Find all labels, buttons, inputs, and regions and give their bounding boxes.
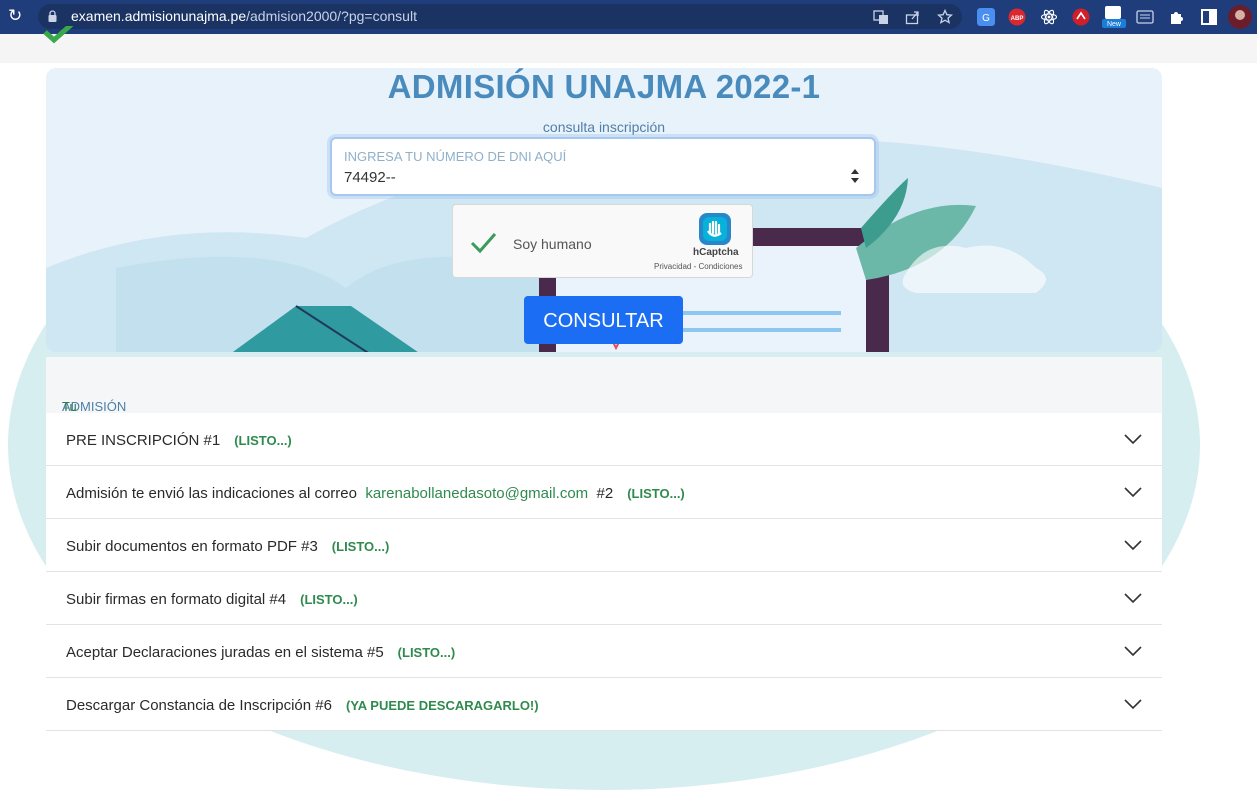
step-status: (LISTO...)	[397, 645, 456, 660]
side-panel-icon[interactable]	[1200, 8, 1218, 26]
url-text: examen.admisionunajma.pe/admision2000/?p…	[71, 8, 417, 24]
page-subtitle: consulta inscripción	[542, 119, 666, 135]
chevron-down-icon[interactable]	[1124, 486, 1142, 498]
reload-icon[interactable]: ↻	[8, 7, 24, 24]
google-translate-extension-icon[interactable]: G	[977, 8, 995, 26]
step-number: #2	[596, 485, 614, 502]
step-title-text: Descargar Constancia de Inscripción #6	[66, 697, 332, 714]
accordion-item-step-4[interactable]: Subir firmas en formato digital #4 (LISTO…	[46, 572, 1162, 625]
captcha-brand: hCaptcha	[693, 247, 739, 258]
url-host: examen.admisionunajma.pe	[71, 8, 247, 24]
step-title-text: Aceptar Declaraciones juradas en el sist…	[66, 644, 384, 661]
step-title-text: Subir firmas en formato digital #4	[66, 591, 287, 608]
accordion-item-step-5[interactable]: Aceptar Declaraciones juradas en el sist…	[46, 625, 1162, 678]
svg-text:New: New	[1107, 21, 1122, 28]
page-title: ADMISIÓN UNAJMA 2022-1	[387, 68, 821, 105]
svg-text:G: G	[982, 13, 990, 24]
step-email: karenabollanedasoto@gmail.com	[365, 485, 589, 502]
hcaptcha-widget[interactable]: Soy humano hCaptcha Privacidad - Condici…	[452, 204, 753, 278]
step-status: (LISTO...)	[234, 433, 292, 448]
hcaptcha-logo-icon	[699, 213, 731, 245]
accordion-item-step-1[interactable]: PRE INSCRIPCIÓN #1 (LISTO...)	[46, 413, 1162, 466]
profile-avatar-icon[interactable]	[1228, 5, 1252, 29]
translate-icon[interactable]	[873, 9, 889, 25]
captcha-links[interactable]: Privacidad - Condiciones	[654, 262, 743, 271]
step-title-text: PRE INSCRIPCIÓN #1	[66, 432, 221, 449]
share-icon[interactable]	[905, 9, 921, 25]
address-bar[interactable]: examen.admisionunajma.pe/admision2000/?p…	[38, 4, 962, 29]
accordion-item-step-6[interactable]: Descargar Constancia de Inscripción #6 (Y…	[46, 678, 1162, 731]
new-extension-icon[interactable]: New	[1102, 5, 1126, 29]
adblock-plus-icon[interactable]: ABP	[1008, 8, 1026, 26]
chevron-down-icon[interactable]	[1124, 433, 1142, 445]
info-banner: ADMISIÓN TE INFORMA: Tu inscripción ya e…	[46, 357, 1162, 474]
keyboard-extension-icon[interactable]	[1136, 8, 1154, 26]
site-logo-check-icon	[43, 26, 74, 44]
step-title-text: Admisión te envió las indicaciones al co…	[66, 485, 357, 502]
accordion-item-step-3[interactable]: Subir documentos en formato PDF #3 (LISTO…	[46, 519, 1162, 572]
site-header-strip	[0, 34, 1257, 63]
dni-input-label: INGRESA TU NÚMERO DE DNI AQUÍ	[344, 149, 567, 164]
step-title: Subir firmas en formato digital #4 (LISTO…	[66, 591, 358, 608]
chevron-down-icon[interactable]	[1124, 539, 1142, 551]
svg-text:ABP: ABP	[1011, 16, 1024, 22]
chevron-down-icon[interactable]	[1124, 698, 1142, 710]
captcha-label: Soy humano	[513, 236, 592, 252]
bookmark-star-icon[interactable]	[937, 9, 953, 25]
step-title-text: Subir documentos en formato PDF #3	[66, 538, 318, 555]
extensions-puzzle-icon[interactable]	[1168, 8, 1186, 26]
number-spinner-icon[interactable]	[850, 167, 860, 185]
dni-input[interactable]: INGRESA TU NÚMERO DE DNI AQUÍ 74492--	[330, 137, 876, 196]
red-extension-icon[interactable]	[1072, 8, 1090, 26]
step-status: (LISTO...)	[331, 539, 390, 554]
step-title: Subir documentos en formato PDF #3 (LISTO…	[66, 538, 389, 555]
step-status: (LISTO...)	[300, 592, 358, 607]
accordion-item-step-2[interactable]: Admisión te envió las indicaciones al co…	[46, 466, 1162, 519]
browser-toolbar: ↻ examen.admisionunajma.pe/admision2000/…	[0, 0, 1257, 34]
lock-icon	[48, 10, 57, 22]
react-devtools-icon[interactable]	[1040, 8, 1058, 26]
chevron-down-icon[interactable]	[1124, 592, 1142, 604]
step-title: Admisión te envió las indicaciones al co…	[66, 485, 685, 502]
step-title: Aceptar Declaraciones juradas en el sist…	[66, 644, 455, 661]
dni-input-value: 74492--	[344, 169, 396, 186]
step-title: PRE INSCRIPCIÓN #1 (LISTO...)	[66, 432, 292, 449]
captcha-check-icon	[470, 233, 497, 254]
chevron-down-icon[interactable]	[1124, 645, 1142, 657]
step-status: (LISTO...)	[627, 486, 685, 501]
consult-button[interactable]: CONSULTAR	[524, 296, 683, 344]
steps-accordion: PRE INSCRIPCIÓN #1 (LISTO...) Admisión te…	[46, 413, 1162, 731]
step-title: Descargar Constancia de Inscripción #6 (Y…	[66, 697, 539, 714]
step-status: (YA PUEDE DESCARAGARLO!)	[345, 698, 539, 713]
url-path: /admision2000/?pg=consult	[246, 8, 417, 24]
